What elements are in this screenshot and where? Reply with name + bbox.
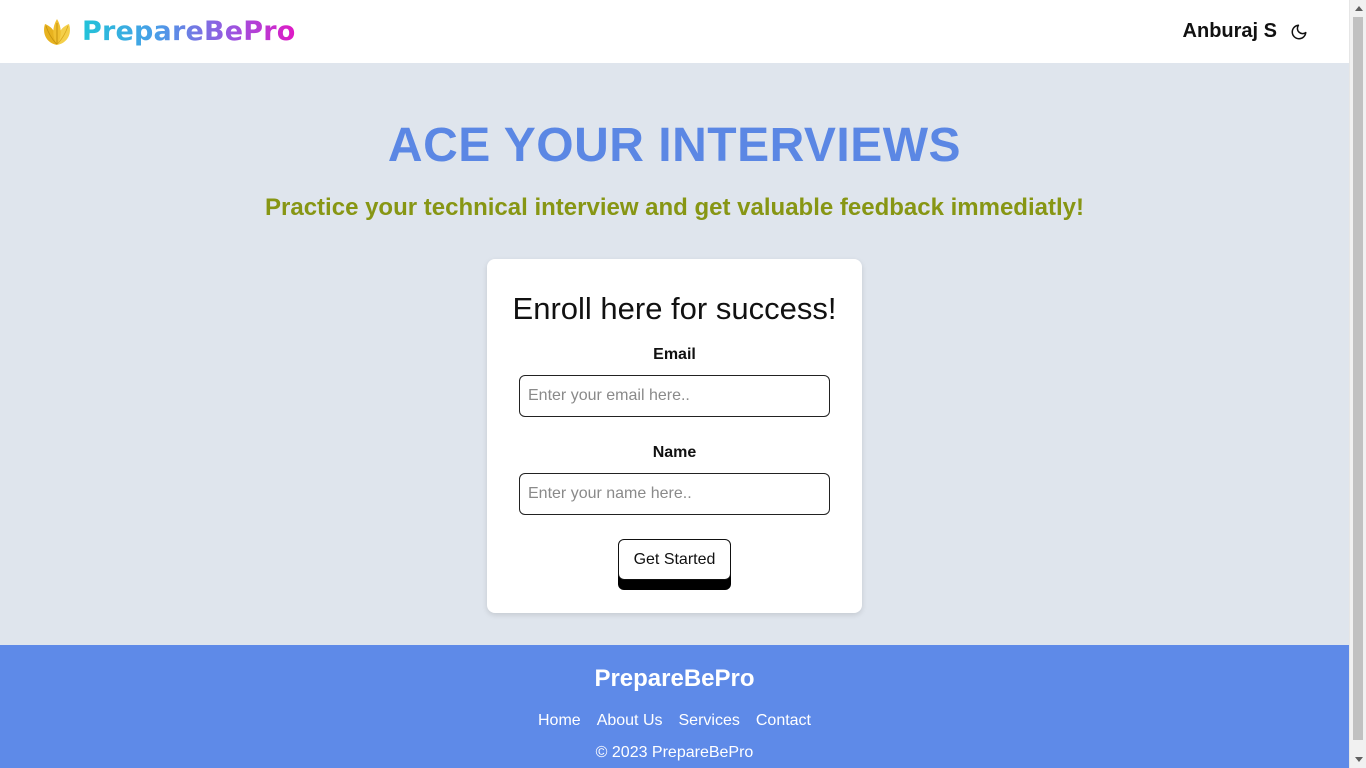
get-started-button[interactable]: Get Started (618, 539, 731, 580)
top-navbar: PrepareBePro Anburaj S (0, 0, 1349, 63)
footer-copyright: © 2023 PrepareBePro (595, 744, 754, 761)
main-content: ACE YOUR INTERVIEWS Practice your techni… (0, 63, 1349, 645)
header-user-area: Anburaj S (1183, 20, 1309, 43)
footer-link-home[interactable]: Home (538, 712, 581, 730)
user-name[interactable]: Anburaj S (1183, 20, 1277, 43)
enroll-card-title: Enroll here for success! (512, 291, 837, 326)
vertical-scrollbar[interactable] (1349, 0, 1366, 768)
email-field[interactable] (519, 375, 830, 417)
name-field[interactable] (519, 473, 830, 515)
footer-link-about-us[interactable]: About Us (597, 712, 663, 730)
footer-brand: PrepareBePro (594, 665, 755, 692)
footer-nav: Home About Us Services Contact (0, 712, 1349, 730)
page: PrepareBePro Anburaj S ACE YOUR INTERVIE… (0, 0, 1349, 768)
email-label: Email (653, 346, 696, 363)
enroll-card: Enroll here for success! Email Name Get … (487, 259, 862, 613)
footer-link-services[interactable]: Services (679, 712, 740, 730)
scroll-up-arrow-icon[interactable] (1350, 0, 1366, 17)
name-label: Name (652, 444, 697, 461)
brand-link[interactable]: PrepareBePro (40, 15, 296, 49)
leaf-logo-icon (44, 18, 70, 45)
footer-link-contact[interactable]: Contact (756, 712, 811, 730)
scrollbar-thumb[interactable] (1353, 17, 1363, 740)
scroll-down-arrow-icon[interactable] (1350, 751, 1366, 768)
footer: PrepareBePro Home About Us Services Cont… (0, 645, 1349, 768)
theme-toggle-button[interactable] (1289, 22, 1309, 42)
brand-name: PrepareBePro (82, 16, 296, 47)
hero-title: ACE YOUR INTERVIEWS (387, 119, 962, 172)
moon-icon (1291, 24, 1307, 39)
hero-subtitle: Practice your technical interview and ge… (265, 194, 1084, 221)
